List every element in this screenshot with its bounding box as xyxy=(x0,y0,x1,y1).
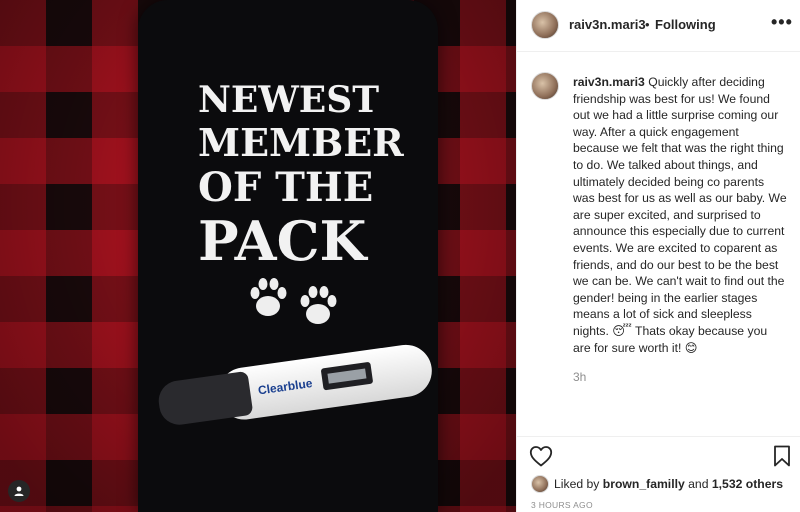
paw-print-icon xyxy=(300,286,337,324)
caption-username[interactable]: raiv3n.mari3 xyxy=(573,75,645,89)
shirt-line-1: NEWEST xyxy=(198,79,380,121)
post-photo[interactable]: NEWEST MEMBER OF THE PACK Clearblue xyxy=(0,0,516,512)
caption: raiv3n.mari3 Quickly after deciding frie… xyxy=(573,74,787,356)
paw-print-icon xyxy=(250,278,287,316)
post-header: raiv3n.mari3 • Following ••• xyxy=(517,0,800,52)
shirt-print-text: NEWEST MEMBER OF THE PACK xyxy=(198,79,404,273)
liked-others-link[interactable]: 1,532 others xyxy=(712,477,783,491)
caption-text: Quickly after deciding friendship was be… xyxy=(573,75,787,355)
liked-and: and xyxy=(688,477,709,491)
post-actions: Liked by brown_familly and 1,532 others … xyxy=(517,436,800,512)
shirt-line-4: PACK xyxy=(198,209,367,273)
avatar[interactable] xyxy=(531,11,559,39)
more-horizontal-icon[interactable]: ••• xyxy=(771,12,793,33)
header-username[interactable]: raiv3n.mari3 xyxy=(569,17,646,32)
user-tag-icon[interactable] xyxy=(8,480,30,502)
likes-text: Liked by brown_familly and 1,532 others xyxy=(554,477,783,491)
following-button[interactable]: Following xyxy=(655,17,716,32)
shirt-line-2: MEMBER xyxy=(198,120,404,165)
shirt-line-3: OF THE xyxy=(198,164,374,211)
comment-time[interactable]: 3h xyxy=(573,370,586,384)
header-separator: • xyxy=(645,17,650,32)
avatar[interactable] xyxy=(531,72,559,100)
bookmark-icon[interactable] xyxy=(773,445,791,467)
avatar[interactable] xyxy=(531,475,549,493)
liked-user-link[interactable]: brown_familly xyxy=(603,477,685,491)
post-side-panel: raiv3n.mari3 • Following ••• raiv3n.mari… xyxy=(516,0,800,512)
liked-prefix: Liked by xyxy=(554,477,600,491)
post-timestamp[interactable]: 3 HOURS AGO xyxy=(531,500,593,510)
caption-area: raiv3n.mari3 Quickly after deciding frie… xyxy=(517,52,800,436)
heart-icon[interactable] xyxy=(529,445,553,467)
